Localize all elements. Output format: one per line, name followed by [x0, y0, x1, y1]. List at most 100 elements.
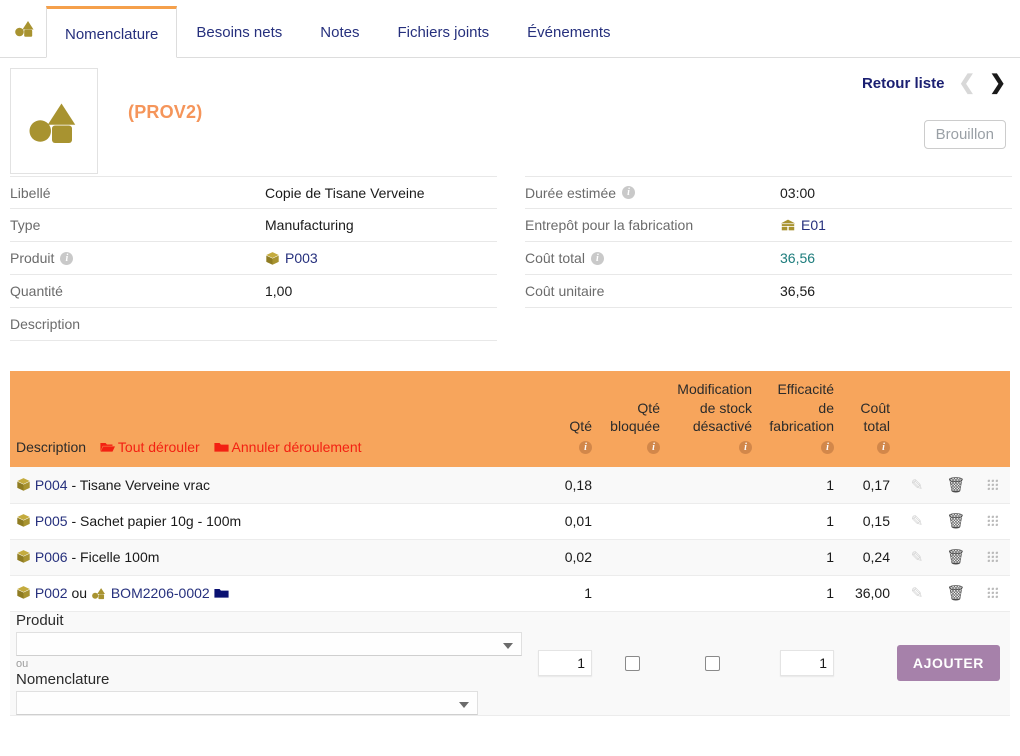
detail-label: Description — [10, 316, 265, 332]
row-modification-stock — [666, 503, 758, 540]
details-left-column: Libellé Copie de Tisane Verveine Type Ma… — [10, 176, 497, 341]
trash-icon[interactable]: 🗑 — [946, 549, 965, 566]
row-qte: 0,01 — [530, 503, 598, 540]
row-reorder-cell[interactable] — [974, 539, 1010, 576]
row-edit-cell[interactable]: ✎ — [896, 539, 938, 576]
expand-all-link[interactable]: Tout dérouler — [100, 439, 204, 455]
detail-row-cout-unitaire: Coût unitaire 36,56 — [525, 275, 1012, 308]
detail-label: Type — [10, 217, 265, 233]
collapse-all-link[interactable]: Annuler déroulement — [213, 439, 362, 455]
record-thumbnail — [10, 68, 98, 174]
info-icon[interactable]: i — [647, 441, 660, 455]
info-icon[interactable]: i — [739, 441, 752, 455]
add-line-button[interactable]: AJOUTER — [896, 645, 1000, 682]
bom-lines-table: Description Tout dérouler Annuler déroul… — [10, 371, 1010, 716]
row-delete-cell[interactable]: 🗑 — [938, 539, 974, 576]
tab-besoins-nets[interactable]: Besoins nets — [177, 6, 301, 58]
tab-notes[interactable]: Notes — [301, 6, 378, 58]
product-link[interactable]: P005 — [35, 513, 68, 529]
product-link[interactable]: P004 — [35, 477, 68, 493]
status-badge: Brouillon — [923, 120, 1006, 149]
folder-navy-icon[interactable] — [213, 587, 229, 599]
qte-bloquee-checkbox[interactable] — [624, 655, 640, 671]
info-icon[interactable]: i — [622, 186, 636, 199]
tab-label: Fichiers joints — [397, 24, 490, 41]
column-modification-stock-line: désactivé — [692, 418, 752, 435]
bom-table-header-row: Description Tout dérouler Annuler déroul… — [10, 371, 1010, 468]
quantity-input[interactable] — [538, 650, 592, 677]
detail-row-duree-estimee: Durée estimée i 03:00 — [525, 176, 1012, 209]
chevron-left-icon[interactable]: ❮ — [958, 73, 975, 93]
column-qte-bloquee-line: Qté — [637, 399, 660, 416]
info-icon[interactable]: i — [821, 441, 834, 455]
pencil-icon[interactable]: ✎ — [911, 549, 924, 566]
product-link[interactable]: P003 — [285, 250, 318, 266]
header-actions: Retour liste ❮ ❯ Brouillon — [862, 70, 1006, 149]
row-edit-cell[interactable]: ✎ — [896, 467, 938, 504]
detail-label-text: Type — [10, 217, 41, 233]
product-link[interactable]: P002 — [35, 585, 68, 601]
detail-label: Entrepôt pour la fabrication — [525, 217, 780, 233]
detail-value: Copie de Tisane Verveine — [265, 184, 425, 201]
column-qte-line: Qté — [569, 418, 592, 435]
trash-icon[interactable]: 🗑 — [946, 513, 965, 530]
tab-evenements[interactable]: Événements — [508, 6, 629, 58]
row-delete-cell[interactable]: 🗑 — [938, 503, 974, 540]
detail-row-description: Description — [10, 308, 497, 341]
row-modification-stock — [666, 539, 758, 576]
tab-label: Notes — [320, 24, 360, 41]
bom-shapes-icon — [92, 588, 105, 600]
warehouse-link[interactable]: E01 — [801, 217, 826, 233]
trash-icon[interactable]: 🗑 — [946, 585, 965, 602]
detail-label: Produit i — [10, 250, 265, 266]
drag-handle-icon[interactable] — [986, 478, 998, 490]
detail-value[interactable]: P003 — [265, 250, 318, 266]
product-link[interactable]: P006 — [35, 549, 68, 565]
column-delete — [938, 371, 974, 468]
produit-select[interactable] — [16, 631, 522, 656]
info-icon[interactable]: i — [579, 441, 592, 455]
trash-icon[interactable]: 🗑 — [946, 477, 965, 494]
tab-fichiers-joints[interactable]: Fichiers joints — [378, 6, 508, 58]
detail-label-text: Quantité — [10, 283, 63, 299]
drag-handle-icon[interactable] — [986, 515, 998, 527]
row-description-text: - Tisane Verveine vrac — [67, 476, 210, 493]
add-modification-stock-cell — [666, 611, 758, 716]
package-box-icon — [17, 550, 30, 563]
detail-row-libelle: Libellé Copie de Tisane Verveine — [10, 176, 497, 209]
bom-lines-section: Description Tout dérouler Annuler déroul… — [0, 371, 1020, 716]
pencil-icon[interactable]: ✎ — [911, 477, 924, 494]
tab-nomenclature[interactable]: Nomenclature — [46, 6, 178, 58]
info-icon[interactable]: i — [590, 251, 604, 265]
detail-row-type: Type Manufacturing — [10, 209, 497, 242]
detail-value[interactable]: E01 — [780, 217, 826, 233]
info-icon[interactable]: i — [877, 441, 890, 455]
produit-label: Produit — [16, 611, 64, 629]
package-box-icon — [266, 251, 279, 265]
modification-stock-checkbox[interactable] — [704, 655, 720, 671]
column-modification-stock: Modification de stock désactivé i — [666, 371, 758, 468]
row-modification-stock — [666, 467, 758, 504]
table-row: P002 ou BOM2206-0002 1 1 36,00 ✎ 🗑 — [10, 575, 1010, 612]
nomenclature-label: Nomenclature — [16, 670, 110, 688]
tab-label: Événements — [527, 24, 611, 41]
pencil-icon[interactable]: ✎ — [911, 513, 924, 530]
row-delete-cell[interactable]: 🗑 — [938, 467, 974, 504]
row-delete-cell[interactable]: 🗑 — [938, 575, 974, 612]
row-edit-cell[interactable]: ✎ — [896, 503, 938, 540]
row-reorder-cell[interactable] — [974, 575, 1010, 612]
column-qte-bloquee: Qté bloquée i — [598, 371, 666, 468]
drag-handle-icon[interactable] — [986, 551, 998, 563]
pencil-icon[interactable]: ✎ — [911, 585, 924, 602]
nomenclature-select[interactable] — [16, 690, 478, 715]
row-reorder-cell[interactable] — [974, 467, 1010, 504]
info-icon[interactable]: i — [60, 251, 74, 265]
chevron-right-icon[interactable]: ❯ — [989, 73, 1006, 93]
row-edit-cell[interactable]: ✎ — [896, 575, 938, 612]
drag-handle-icon[interactable] — [986, 587, 998, 599]
bom-link[interactable]: BOM2206-0002 — [111, 585, 210, 601]
back-to-list-link[interactable]: Retour liste — [862, 75, 945, 92]
row-reorder-cell[interactable] — [974, 503, 1010, 540]
ou-separator-label: ou — [16, 657, 29, 670]
efficacite-input[interactable] — [780, 650, 834, 677]
